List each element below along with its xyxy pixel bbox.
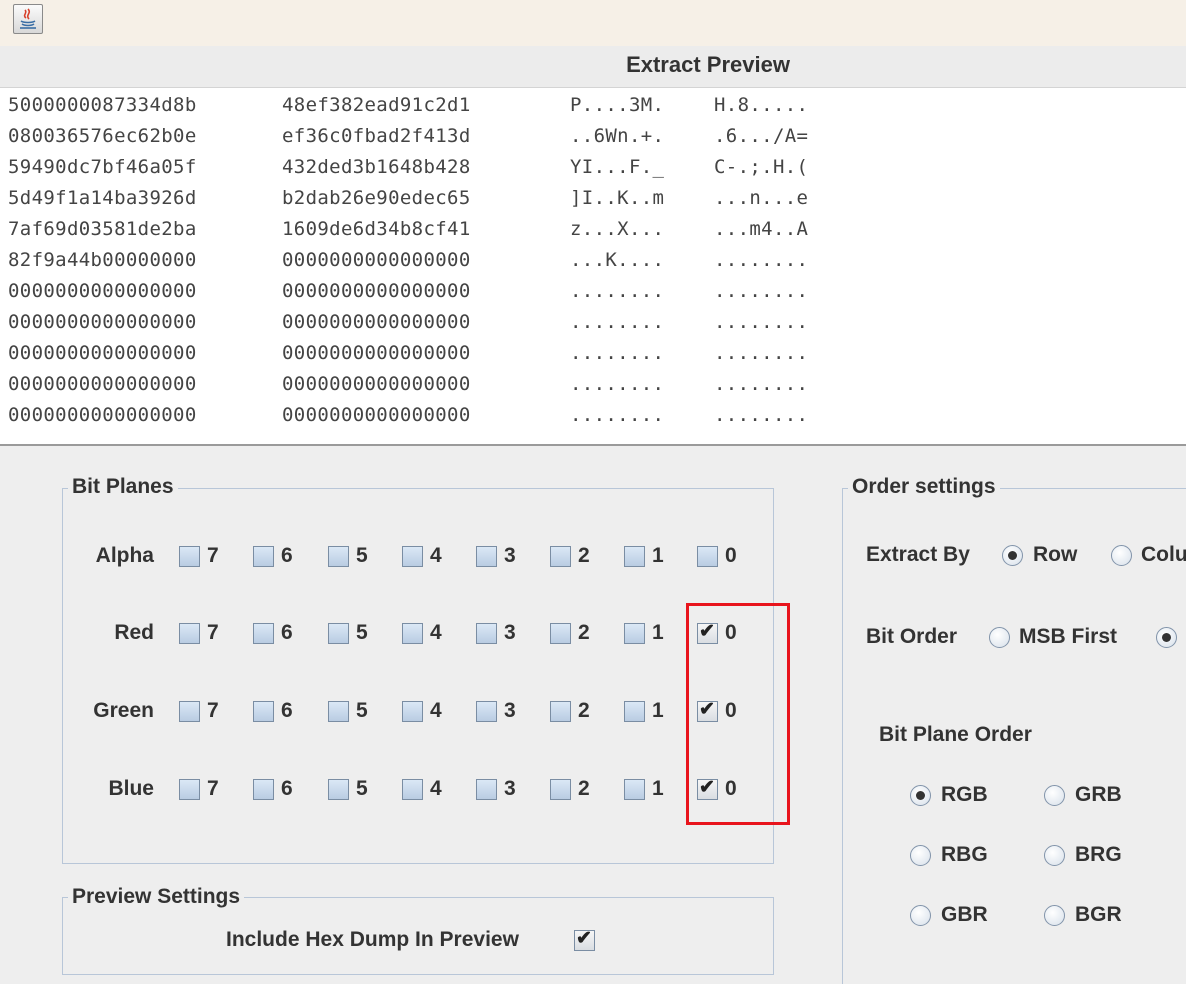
- extract-by-row-label[interactable]: Row: [1033, 542, 1077, 568]
- bit-order-msb-radio[interactable]: [989, 627, 1010, 648]
- bit-plane-order-bgr-label[interactable]: BGR: [1075, 902, 1122, 928]
- order-settings-title: Order settings: [848, 474, 1000, 500]
- bit-plane-order-gbr-radio[interactable]: [910, 905, 931, 926]
- bit-plane-order-label: Bit Plane Order: [879, 723, 1032, 746]
- bit-plane-order-rgb-label[interactable]: RGB: [941, 782, 988, 808]
- order-settings-clip: Order settings Extract By Row Colu Bit O…: [0, 0, 1186, 984]
- extract-by-column-radio[interactable]: [1111, 545, 1132, 566]
- bit-order-lsb-radio[interactable]: [1156, 627, 1177, 648]
- bit-plane-order-rgb-radio[interactable]: [910, 785, 931, 806]
- bit-order-msb-label[interactable]: MSB First: [1019, 624, 1117, 650]
- bit-plane-order-rbg-radio[interactable]: [910, 845, 931, 866]
- extract-by-row-radio[interactable]: [1002, 545, 1023, 566]
- extract-by-column-label[interactable]: Colu: [1141, 542, 1186, 568]
- bit-order-label: Bit Order: [866, 625, 958, 648]
- bit-plane-order-brg-label[interactable]: BRG: [1075, 842, 1122, 868]
- bit-plane-order-rbg-label[interactable]: RBG: [941, 842, 988, 868]
- bit-plane-order-grb-label[interactable]: GRB: [1075, 782, 1122, 808]
- extract-by-label: Extract By: [866, 543, 970, 566]
- highlight-box: [686, 603, 790, 825]
- bit-plane-order-brg-radio[interactable]: [1044, 845, 1065, 866]
- bit-plane-order-bgr-radio[interactable]: [1044, 905, 1065, 926]
- bit-plane-order-grb-radio[interactable]: [1044, 785, 1065, 806]
- bit-plane-order-gbr-label[interactable]: GBR: [941, 902, 988, 928]
